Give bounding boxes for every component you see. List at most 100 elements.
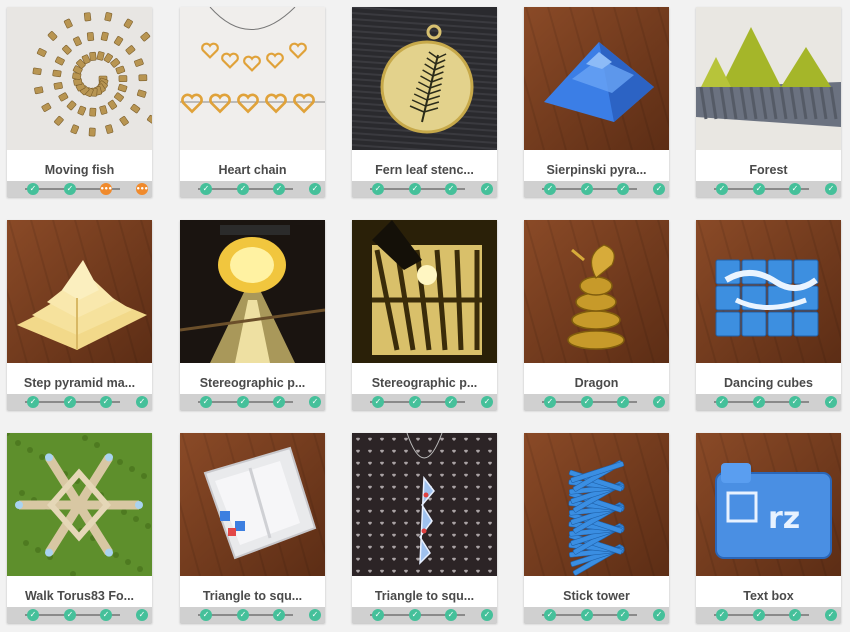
project-title[interactable]: Triangle to squ... [356, 582, 493, 610]
step-complete-icon: ✓ [409, 396, 421, 408]
step-complete-icon: ✓ [64, 609, 76, 621]
step-complete-icon: ✓ [309, 609, 321, 621]
step-complete-icon: ✓ [581, 183, 593, 195]
step-complete-icon: ✓ [581, 396, 593, 408]
step-complete-icon: ✓ [200, 396, 212, 408]
project-title[interactable]: Step pyramid ma... [11, 369, 148, 397]
step-complete-icon: ✓ [653, 396, 665, 408]
project-card[interactable]: Dancing cubes ✓ ✓ ✓ ✓ [696, 220, 841, 410]
step-complete-icon: ✓ [409, 183, 421, 195]
project-thumbnail[interactable] [180, 433, 325, 576]
project-thumbnail[interactable] [524, 433, 669, 576]
project-thumbnail[interactable] [696, 7, 841, 150]
step-complete-icon: ✓ [273, 396, 285, 408]
step-complete-icon: ✓ [753, 609, 765, 621]
step-complete-icon: ✓ [200, 183, 212, 195]
step-complete-icon: ✓ [27, 396, 39, 408]
step-complete-icon: ✓ [309, 396, 321, 408]
step-complete-icon: ✓ [100, 396, 112, 408]
project-card[interactable]: Step pyramid ma... ✓ ✓ ✓ ✓ [7, 220, 152, 410]
project-title[interactable]: Sierpinski pyra... [528, 156, 665, 184]
progress-steps: ✓ ✓ ✓ ✓ [352, 394, 497, 410]
step-complete-icon: ✓ [445, 609, 457, 621]
project-card[interactable]: Triangle to squ... ✓ ✓ ✓ ✓ [352, 433, 497, 623]
step-complete-icon: ✓ [372, 609, 384, 621]
progress-steps: ✓ ✓ ✓ ✓ [524, 181, 669, 197]
project-card[interactable]: Stereographic p... ✓ ✓ ✓ ✓ [180, 220, 325, 410]
step-complete-icon: ✓ [200, 609, 212, 621]
project-thumbnail[interactable] [352, 433, 497, 576]
progress-steps: ✓ ✓ ✓ ✓ [696, 607, 841, 623]
project-title[interactable]: Dancing cubes [700, 369, 837, 397]
step-complete-icon: ✓ [753, 183, 765, 195]
project-title[interactable]: Stereographic p... [184, 369, 321, 397]
project-card[interactable]: Stick tower ✓ ✓ ✓ ✓ [524, 433, 669, 623]
project-title[interactable]: Moving fish [11, 156, 148, 184]
project-title[interactable]: Text box [700, 582, 837, 610]
project-title[interactable]: Forest [700, 156, 837, 184]
project-thumbnail[interactable] [7, 220, 152, 363]
progress-steps: ✓ ✓ ✓ ✓ [524, 394, 669, 410]
progress-steps: ✓ ✓ ✓ ✓ [180, 394, 325, 410]
project-card[interactable]: Forest ✓ ✓ ✓ ✓ [696, 7, 841, 197]
project-thumbnail[interactable] [524, 7, 669, 150]
progress-steps: ✓ ✓ ✓ ✓ [352, 181, 497, 197]
step-complete-icon: ✓ [64, 183, 76, 195]
step-complete-icon: ✓ [653, 183, 665, 195]
project-thumbnail[interactable] [352, 220, 497, 363]
progress-steps: ✓ ✓ ✓ ✓ [696, 181, 841, 197]
project-thumbnail[interactable]: rz [696, 433, 841, 576]
project-thumbnail[interactable] [180, 220, 325, 363]
step-complete-icon: ✓ [273, 609, 285, 621]
project-card[interactable]: Heart chain ✓ ✓ ✓ ✓ [180, 7, 325, 197]
step-complete-icon: ✓ [789, 183, 801, 195]
step-complete-icon: ✓ [309, 183, 321, 195]
step-complete-icon: ✓ [825, 396, 837, 408]
project-thumbnail[interactable] [180, 7, 325, 150]
project-thumbnail[interactable] [352, 7, 497, 150]
project-title[interactable]: Stick tower [528, 582, 665, 610]
step-complete-icon: ✓ [445, 396, 457, 408]
step-complete-icon: ✓ [716, 396, 728, 408]
step-complete-icon: ✓ [64, 396, 76, 408]
step-complete-icon: ✓ [544, 396, 556, 408]
step-complete-icon: ✓ [481, 183, 493, 195]
project-card[interactable]: Sierpinski pyra... ✓ ✓ ✓ ✓ [524, 7, 669, 197]
progress-steps: ✓ ✓ ✓ ✓ [7, 607, 152, 623]
progress-steps: ✓ ✓ ✓ ✓ [7, 394, 152, 410]
project-grid: Moving fish ✓ ✓ ••• ••• Heart chain ✓ ✓ ✓ ✓ Fern… [0, 0, 850, 632]
step-complete-icon: ✓ [27, 609, 39, 621]
step-pending-icon: ••• [100, 183, 112, 195]
step-complete-icon: ✓ [372, 396, 384, 408]
step-complete-icon: ✓ [617, 609, 629, 621]
project-card[interactable]: Moving fish ✓ ✓ ••• ••• [7, 7, 152, 197]
project-thumbnail[interactable] [7, 7, 152, 150]
step-complete-icon: ✓ [372, 183, 384, 195]
progress-steps: ✓ ✓ ✓ ✓ [524, 607, 669, 623]
step-complete-icon: ✓ [716, 183, 728, 195]
step-complete-icon: ✓ [581, 609, 593, 621]
step-complete-icon: ✓ [825, 183, 837, 195]
project-card[interactable]: Fern leaf stenc... ✓ ✓ ✓ ✓ [352, 7, 497, 197]
project-card[interactable]: Dragon ✓ ✓ ✓ ✓ [524, 220, 669, 410]
step-complete-icon: ✓ [100, 609, 112, 621]
project-title[interactable]: Stereographic p... [356, 369, 493, 397]
project-title[interactable]: Walk Torus83 Fo... [11, 582, 148, 610]
project-title[interactable]: Triangle to squ... [184, 582, 321, 610]
project-card[interactable]: Walk Torus83 Fo... ✓ ✓ ✓ ✓ [7, 433, 152, 623]
project-card[interactable]: rz Text box ✓ ✓ ✓ ✓ [696, 433, 841, 623]
step-complete-icon: ✓ [481, 396, 493, 408]
project-thumbnail[interactable] [524, 220, 669, 363]
step-complete-icon: ✓ [445, 183, 457, 195]
project-card[interactable]: Stereographic p... ✓ ✓ ✓ ✓ [352, 220, 497, 410]
step-complete-icon: ✓ [789, 396, 801, 408]
project-title[interactable]: Dragon [528, 369, 665, 397]
progress-steps: ✓ ✓ ✓ ✓ [180, 181, 325, 197]
step-complete-icon: ✓ [544, 609, 556, 621]
project-thumbnail[interactable] [7, 433, 152, 576]
project-title[interactable]: Heart chain [184, 156, 321, 184]
project-card[interactable]: Triangle to squ... ✓ ✓ ✓ ✓ [180, 433, 325, 623]
project-thumbnail[interactable] [696, 220, 841, 363]
step-complete-icon: ✓ [136, 396, 148, 408]
project-title[interactable]: Fern leaf stenc... [356, 156, 493, 184]
